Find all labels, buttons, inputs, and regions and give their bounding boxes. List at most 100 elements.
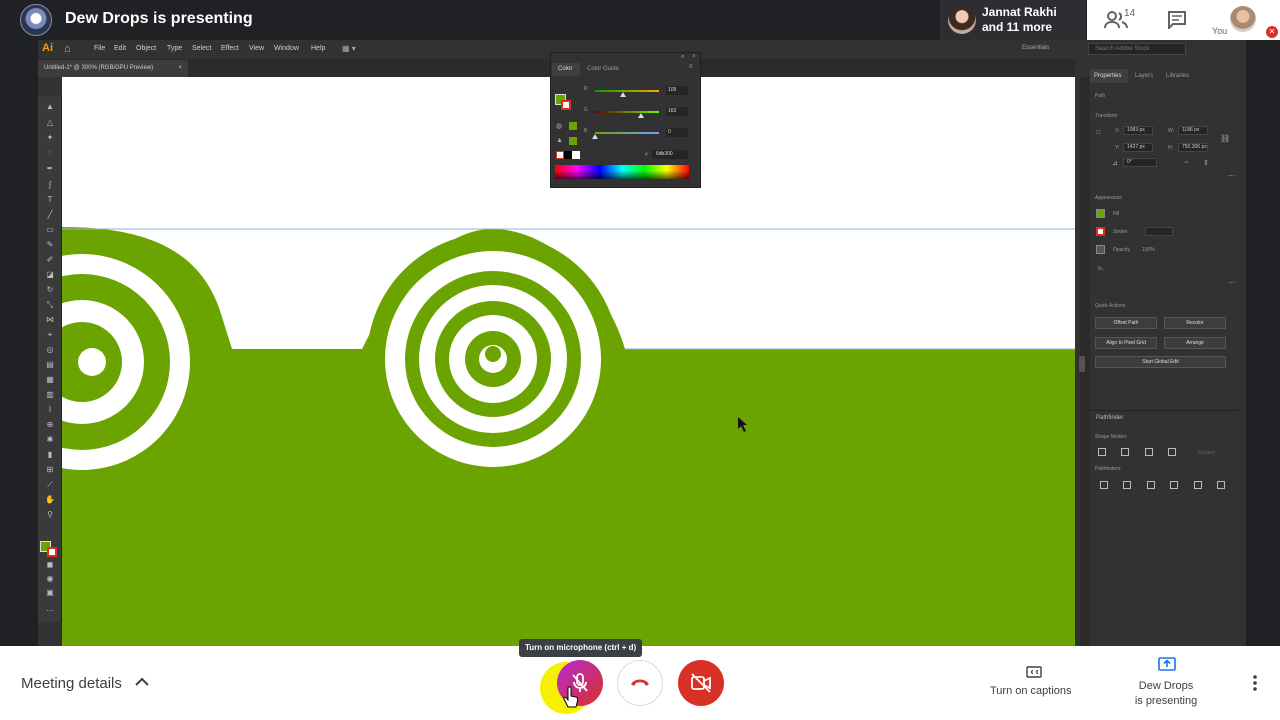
opacity-value[interactable]: 100% [1142, 247, 1155, 253]
screen-mode-icon[interactable]: ▣ [44, 588, 56, 598]
magic-wand-tool-icon[interactable]: ✦ [44, 133, 56, 143]
trim-icon[interactable] [1123, 481, 1131, 489]
green-value[interactable]: 163 [666, 107, 688, 116]
arrange-button[interactable]: Arrange [1164, 337, 1226, 349]
rotate-tool-icon[interactable]: ↻ [44, 285, 56, 295]
minus-back-icon[interactable] [1217, 481, 1225, 489]
artboard-tool-icon[interactable]: ⊞ [44, 465, 56, 475]
eraser-tool-icon[interactable]: ◪ [44, 270, 56, 280]
perspective-grid-tool-icon[interactable]: ▤ [44, 360, 56, 370]
exclude-icon[interactable] [1168, 448, 1176, 456]
black-swatch[interactable] [564, 151, 572, 159]
collapse-icon[interactable]: « [681, 54, 684, 60]
color-stroke-swatch[interactable] [561, 100, 571, 110]
y-field[interactable]: 1437 px [1123, 143, 1153, 152]
menu-effect[interactable]: Effect [221, 45, 239, 52]
symbol-sprayer-tool-icon[interactable]: ✱ [44, 435, 56, 445]
adobe-stock-search[interactable]: Search Adobe Stock [1088, 43, 1186, 55]
appearance-more-icon[interactable]: ⋯ [1228, 279, 1235, 287]
x-field[interactable]: 1083 px [1123, 126, 1153, 135]
menu-help[interactable]: Help [311, 45, 325, 52]
arrange-documents-icon[interactable]: ▦ ▾ [342, 44, 356, 53]
constrain-proportions-icon[interactable]: ⛓ [1220, 134, 1230, 143]
menu-object[interactable]: Object [136, 45, 156, 52]
in-gamut-color-swatch[interactable] [569, 137, 577, 145]
fill-color-swatch[interactable] [1096, 209, 1105, 218]
zoom-tool-icon[interactable]: ⚲ [44, 510, 56, 520]
reference-point-icon[interactable]: ⁙ [1095, 128, 1102, 137]
out-of-gamut-icon[interactable]: ▲ [556, 137, 563, 144]
tab-color-guide[interactable]: Color Guide [587, 63, 619, 76]
meeting-details-button[interactable]: Meeting details [21, 675, 122, 692]
stroke-swatch[interactable] [47, 547, 57, 557]
h-field[interactable]: 750.306 px [1178, 143, 1208, 152]
curvature-tool-icon[interactable]: ∫ [44, 180, 56, 190]
intersect-icon[interactable] [1145, 448, 1153, 456]
shaper-tool-icon[interactable]: ✐ [44, 255, 56, 265]
lasso-tool-icon[interactable]: ◌ [44, 148, 56, 158]
home-icon[interactable]: ⌂ [64, 43, 71, 55]
more-options-icon[interactable]: ⋯ [1228, 172, 1235, 180]
more-options-icon[interactable] [1251, 674, 1259, 692]
menu-view[interactable]: View [249, 45, 264, 52]
slice-tool-icon[interactable]: ⟋ [44, 480, 56, 490]
w-field[interactable]: 1186 px [1178, 126, 1208, 135]
blend-tool-icon[interactable]: ⊕ [44, 420, 56, 430]
color-spectrum[interactable] [555, 165, 689, 179]
green-slider[interactable] [595, 111, 659, 113]
type-tool-icon[interactable]: T [44, 195, 56, 205]
scale-tool-icon[interactable]: ⤡ [44, 300, 56, 310]
align-to-pixel-grid-button[interactable]: Align to Pixel Grid [1095, 337, 1157, 349]
rotate-field[interactable]: 0° [1123, 158, 1157, 167]
column-graph-tool-icon[interactable]: ▮ [44, 450, 56, 460]
direct-selection-tool-icon[interactable]: △ [44, 118, 56, 128]
menu-file[interactable]: File [94, 45, 105, 52]
tab-libraries[interactable]: Libraries [1166, 69, 1189, 83]
menu-edit[interactable]: Edit [114, 45, 126, 52]
present-screen-icon[interactable] [1158, 657, 1176, 671]
width-tool-icon[interactable]: ⋈ [44, 315, 56, 325]
rectangle-tool-icon[interactable]: ▭ [44, 225, 56, 235]
red-slider[interactable] [595, 90, 659, 92]
pen-tool-icon[interactable]: ✒ [44, 164, 56, 174]
blue-slider[interactable] [595, 132, 659, 134]
document-tab[interactable]: Untitled-1* @ 300% (RGB/GPU Preview) × [38, 60, 188, 77]
edit-toolbar-icon[interactable]: ⋯ [44, 606, 56, 616]
gradient-tool-icon[interactable]: ▥ [44, 390, 56, 400]
start-global-edit-button[interactable]: Start Global Edit [1095, 356, 1226, 368]
offset-path-button[interactable]: Offset Path [1095, 317, 1157, 329]
divide-icon[interactable] [1100, 481, 1108, 489]
hex-input[interactable]: 6db300 [652, 150, 688, 159]
color-mode-icon[interactable]: ◼ [44, 560, 56, 570]
merge-icon[interactable] [1147, 481, 1155, 489]
presentation-status[interactable]: Dew Drops is presenting [1130, 679, 1202, 709]
selection-tool-icon[interactable]: ▲ [44, 102, 56, 112]
close-icon[interactable]: × [178, 60, 182, 77]
panel-menu-icon[interactable]: ≡ [689, 64, 693, 70]
free-transform-tool-icon[interactable]: ⌖ [44, 330, 56, 340]
eyedropper-tool-icon[interactable]: ⌇ [44, 405, 56, 415]
flip-vertical-icon[interactable]: ⇕ [1203, 159, 1209, 167]
green-slider-thumb[interactable] [638, 113, 644, 118]
menu-window[interactable]: Window [274, 45, 299, 52]
white-swatch[interactable] [572, 151, 580, 159]
outline-icon[interactable] [1194, 481, 1202, 489]
canvas-scrollbar[interactable] [1079, 356, 1085, 372]
recolor-button[interactable]: Recolor [1164, 317, 1226, 329]
web-safe-color-swatch[interactable] [569, 122, 577, 130]
crop-icon[interactable] [1170, 481, 1178, 489]
blue-value[interactable]: 0 [666, 128, 688, 137]
red-slider-thumb[interactable] [620, 92, 626, 97]
flip-horizontal-icon[interactable]: ⇔ [1183, 159, 1190, 166]
chat-icon[interactable] [1168, 11, 1186, 29]
menu-type[interactable]: Type [167, 45, 182, 52]
hand-tool-icon[interactable]: ✋ [44, 495, 56, 505]
tab-layers[interactable]: Layers [1135, 69, 1153, 83]
close-icon[interactable]: × [692, 54, 696, 60]
tab-color[interactable]: Color [552, 63, 580, 76]
stroke-weight-field[interactable] [1145, 227, 1173, 236]
paintbrush-tool-icon[interactable]: ✎ [44, 240, 56, 250]
draw-mode-icon[interactable]: ◉ [44, 574, 56, 584]
mesh-tool-icon[interactable]: ▦ [44, 375, 56, 385]
unite-icon[interactable] [1098, 448, 1106, 456]
